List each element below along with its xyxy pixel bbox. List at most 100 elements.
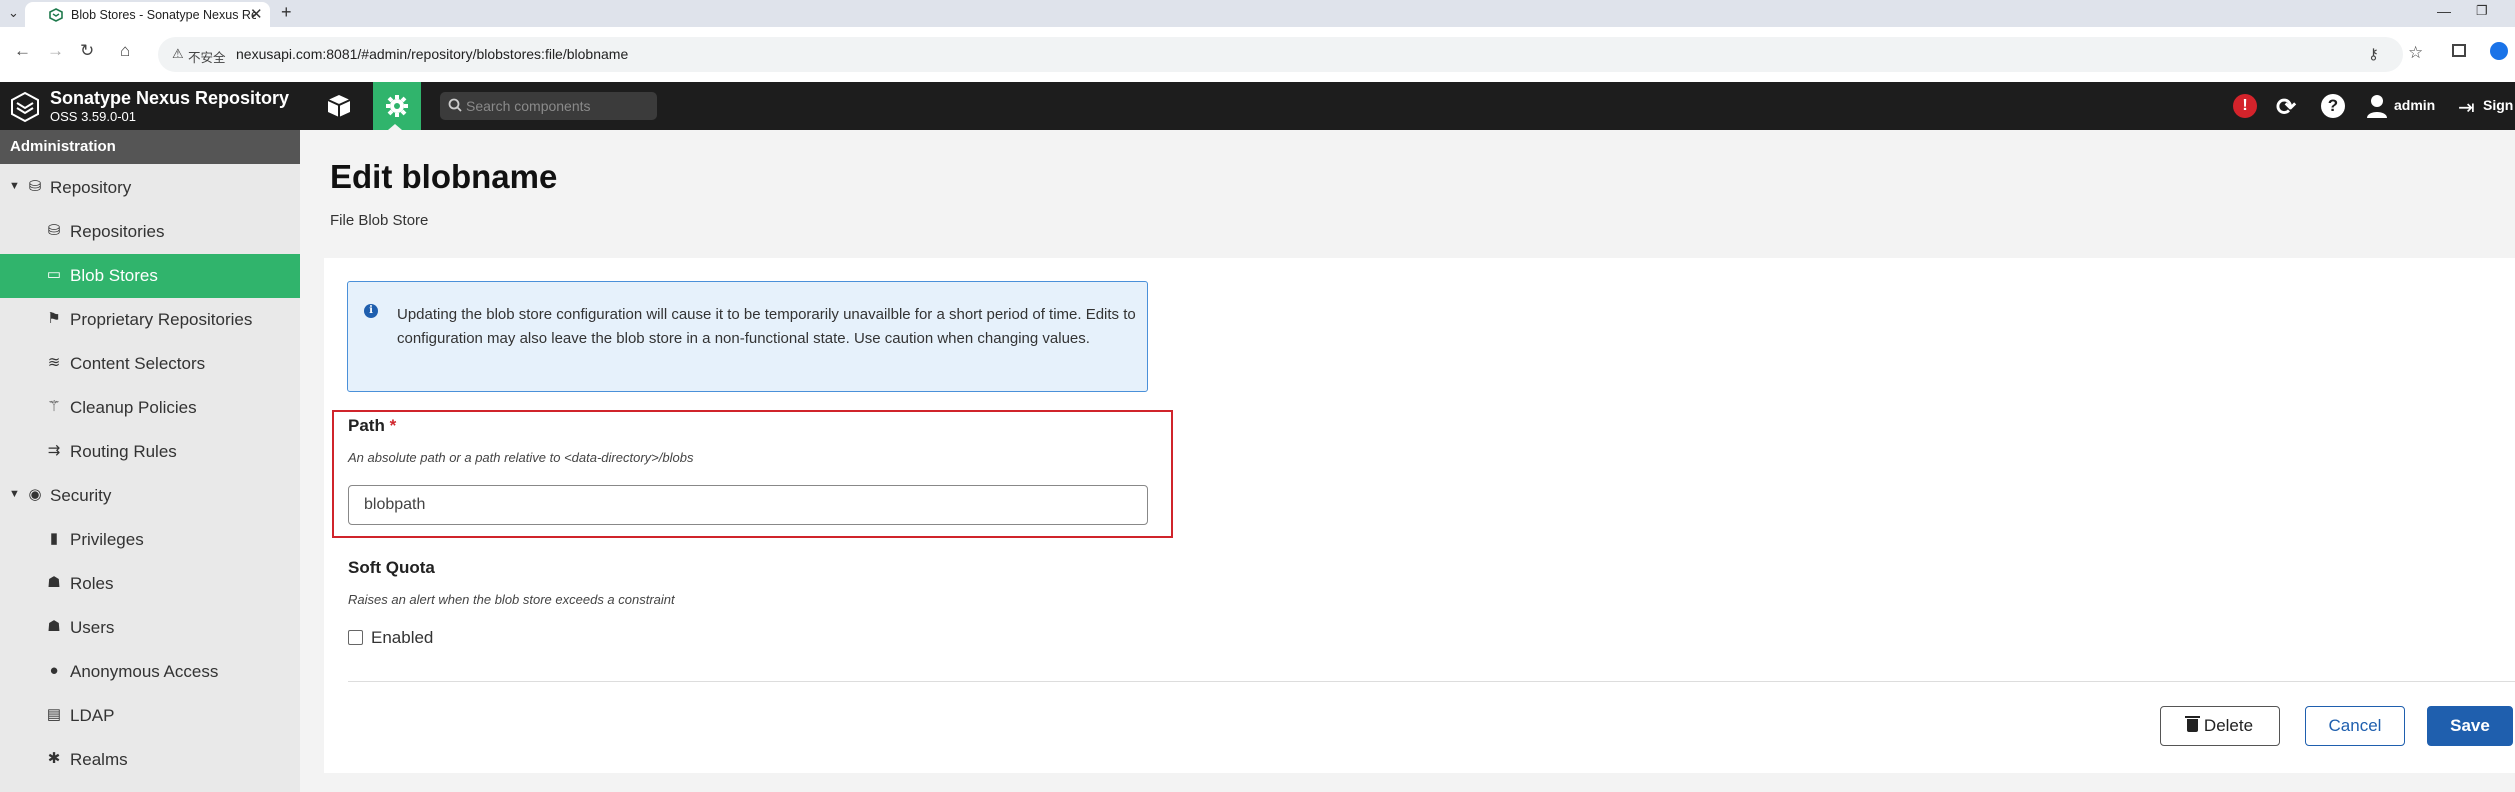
sidebar-item-roles[interactable]: ☗ Roles [0,562,300,606]
save-button[interactable]: Save [2427,706,2513,746]
sidebar-item-label: LDAP [70,706,115,725]
insecure-label[interactable]: 不安全 [188,47,226,66]
profile-avatar-icon[interactable] [2490,42,2508,60]
sidebar-item-label: Cleanup Policies [70,398,197,417]
info-alert: i Updating the blob store configuration … [347,281,1148,392]
users-icon: ☗ [47,574,61,591]
path-input[interactable] [348,485,1148,525]
sidebar-item-ldap[interactable]: ▤ LDAP [0,694,300,738]
sidebar-item-blob-stores[interactable]: ▭ Blob Stores [0,254,300,298]
broom-icon: ⚚ [47,398,61,415]
expand-caret-icon[interactable]: ▼ [9,488,20,500]
sidebar-item-label: Proprietary Repositories [70,310,253,329]
flag-icon: ⚑ [47,310,61,327]
app-header: Sonatype Nexus Repository OSS 3.59.0-01 … [0,82,2515,130]
database-icon: ⛁ [28,178,42,195]
soft-quota-description: Raises an alert when the blob store exce… [348,592,675,607]
sidebar-item-label: Repositories [70,222,165,241]
sidebar-item-label: Realms [70,750,128,769]
admin-gear-button[interactable] [373,82,421,130]
path-description: An absolute path or a path relative to <… [348,450,694,465]
search-icon [448,98,462,112]
url-text[interactable]: nexusapi.com:8081/#admin/repository/blob… [236,46,628,62]
new-tab-icon[interactable]: + [281,2,292,23]
sidebar-item-repository[interactable]: ▼ ⛁ Repository [0,166,300,210]
search-box[interactable] [440,92,657,120]
user-group-icon: ☗ [47,618,61,635]
window-restore-icon[interactable]: ❐ [2476,3,2488,19]
window-minimize-icon[interactable]: — [2437,3,2451,19]
sidebar-item-label: Security [50,486,112,505]
delete-button-label: Delete [2203,716,2254,735]
user-name[interactable]: admin [2394,97,2435,113]
bookmark-star-icon[interactable]: ☆ [2408,43,2423,63]
expand-caret-icon[interactable]: ▼ [9,180,20,192]
path-label-text: Path [348,416,385,435]
sidebar-item-anonymous-access[interactable]: ● Anonymous Access [0,650,300,694]
required-marker: * [389,416,397,435]
gear-icon [386,95,408,117]
user-icon: ● [49,662,59,679]
address-bar[interactable]: ⚠ 不安全 nexusapi.com:8081/#admin/repositor… [158,37,2423,72]
medal-icon: ▮ [49,530,59,547]
info-alert-text: Updating the blob store configuration wi… [397,306,1136,347]
side-panel-icon[interactable] [2452,44,2466,57]
sidebar-item-label: Repository [50,178,132,197]
sign-out-icon[interactable]: ⇥ [2458,95,2475,120]
sidebar-item-routing-rules[interactable]: ⇉ Routing Rules [0,430,300,474]
sidebar-item-label: Users [70,618,115,637]
sidebar-item-proprietary-repositories[interactable]: ⚑ Proprietary Repositories [0,298,300,342]
help-icon[interactable]: ? [2321,94,2345,118]
sidebar-item-label: Content Selectors [70,354,206,373]
admin-sidebar: Administration ▼ ⛁ Repository ⛁ Repositories… [0,130,300,792]
soft-quota-checkbox-label[interactable]: Enabled [371,628,433,648]
page-subtitle: File Blob Store [330,212,429,229]
signpost-icon: ⇉ [47,442,61,459]
path-label: Path * [348,416,396,436]
sidebar-item-label: Roles [70,574,114,593]
forward-icon[interactable]: → [47,41,64,61]
sidebar-item-content-selectors[interactable]: ≋ Content Selectors [0,342,300,386]
search-input[interactable] [466,95,651,117]
sidebar-item-cleanup-policies[interactable]: ⚚ Cleanup Policies [0,386,300,430]
browse-cube-icon[interactable] [322,89,356,123]
realm-icon: ✱ [47,750,61,767]
active-section-pointer [388,124,402,130]
sidebar-item-label: Anonymous Access [70,662,219,681]
browser-tab[interactable]: Blob Stores - Sonatype Nexus Repository … [25,2,270,27]
soft-quota-checkbox[interactable] [348,630,363,645]
warning-icon[interactable]: ⚠ [172,46,184,62]
delete-button[interactable]: Delete [2160,706,2280,746]
tab-list-chevron-icon[interactable]: ⌄ [8,5,19,21]
system-alert-icon[interactable]: ! [2233,94,2257,118]
user-icon[interactable] [2366,94,2388,118]
layers-icon: ≋ [47,354,61,371]
nexus-favicon-icon [49,8,63,22]
trash-icon [2184,716,2200,732]
eye-icon: ◉ [28,486,42,503]
form-divider [348,681,2515,682]
info-icon: i [364,304,378,318]
soft-quota-label: Soft Quota [348,558,435,577]
browser-toolbar: ← → ↻ ⌂ ⚠ 不安全 nexusapi.com:8081/#admin/r… [0,27,2515,82]
browser-tab-bar: ⌄ Blob Stores - Sonatype Nexus Repositor… [0,0,2515,27]
password-key-icon[interactable]: ⚷ [2368,45,2379,63]
home-icon[interactable]: ⌂ [120,41,130,61]
sidebar-item-realms[interactable]: ✱ Realms [0,738,300,782]
tab-close-icon[interactable]: ✕ [250,5,263,23]
cancel-button[interactable]: Cancel [2305,706,2405,746]
sidebar-item-label: Privileges [70,530,144,549]
reload-icon[interactable]: ↻ [80,41,94,61]
book-icon: ▤ [46,706,62,723]
sidebar-header: Administration [0,130,300,164]
sidebar-item-security[interactable]: ▼ ◉ Security [0,474,300,518]
sidebar-item-privileges[interactable]: ▮ Privileges [0,518,300,562]
database-icon: ⛁ [47,222,61,239]
tab-title: Blob Stores - Sonatype Nexus Repository [71,8,256,22]
sidebar-item-repositories[interactable]: ⛁ Repositories [0,210,300,254]
back-icon[interactable]: ← [14,41,31,61]
sidebar-item-users[interactable]: ☗ Users [0,606,300,650]
sign-out-link[interactable]: Sign out [2483,97,2515,113]
refresh-icon[interactable]: ⟳ [2276,93,2296,122]
sidebar-title: Administration [10,138,116,155]
